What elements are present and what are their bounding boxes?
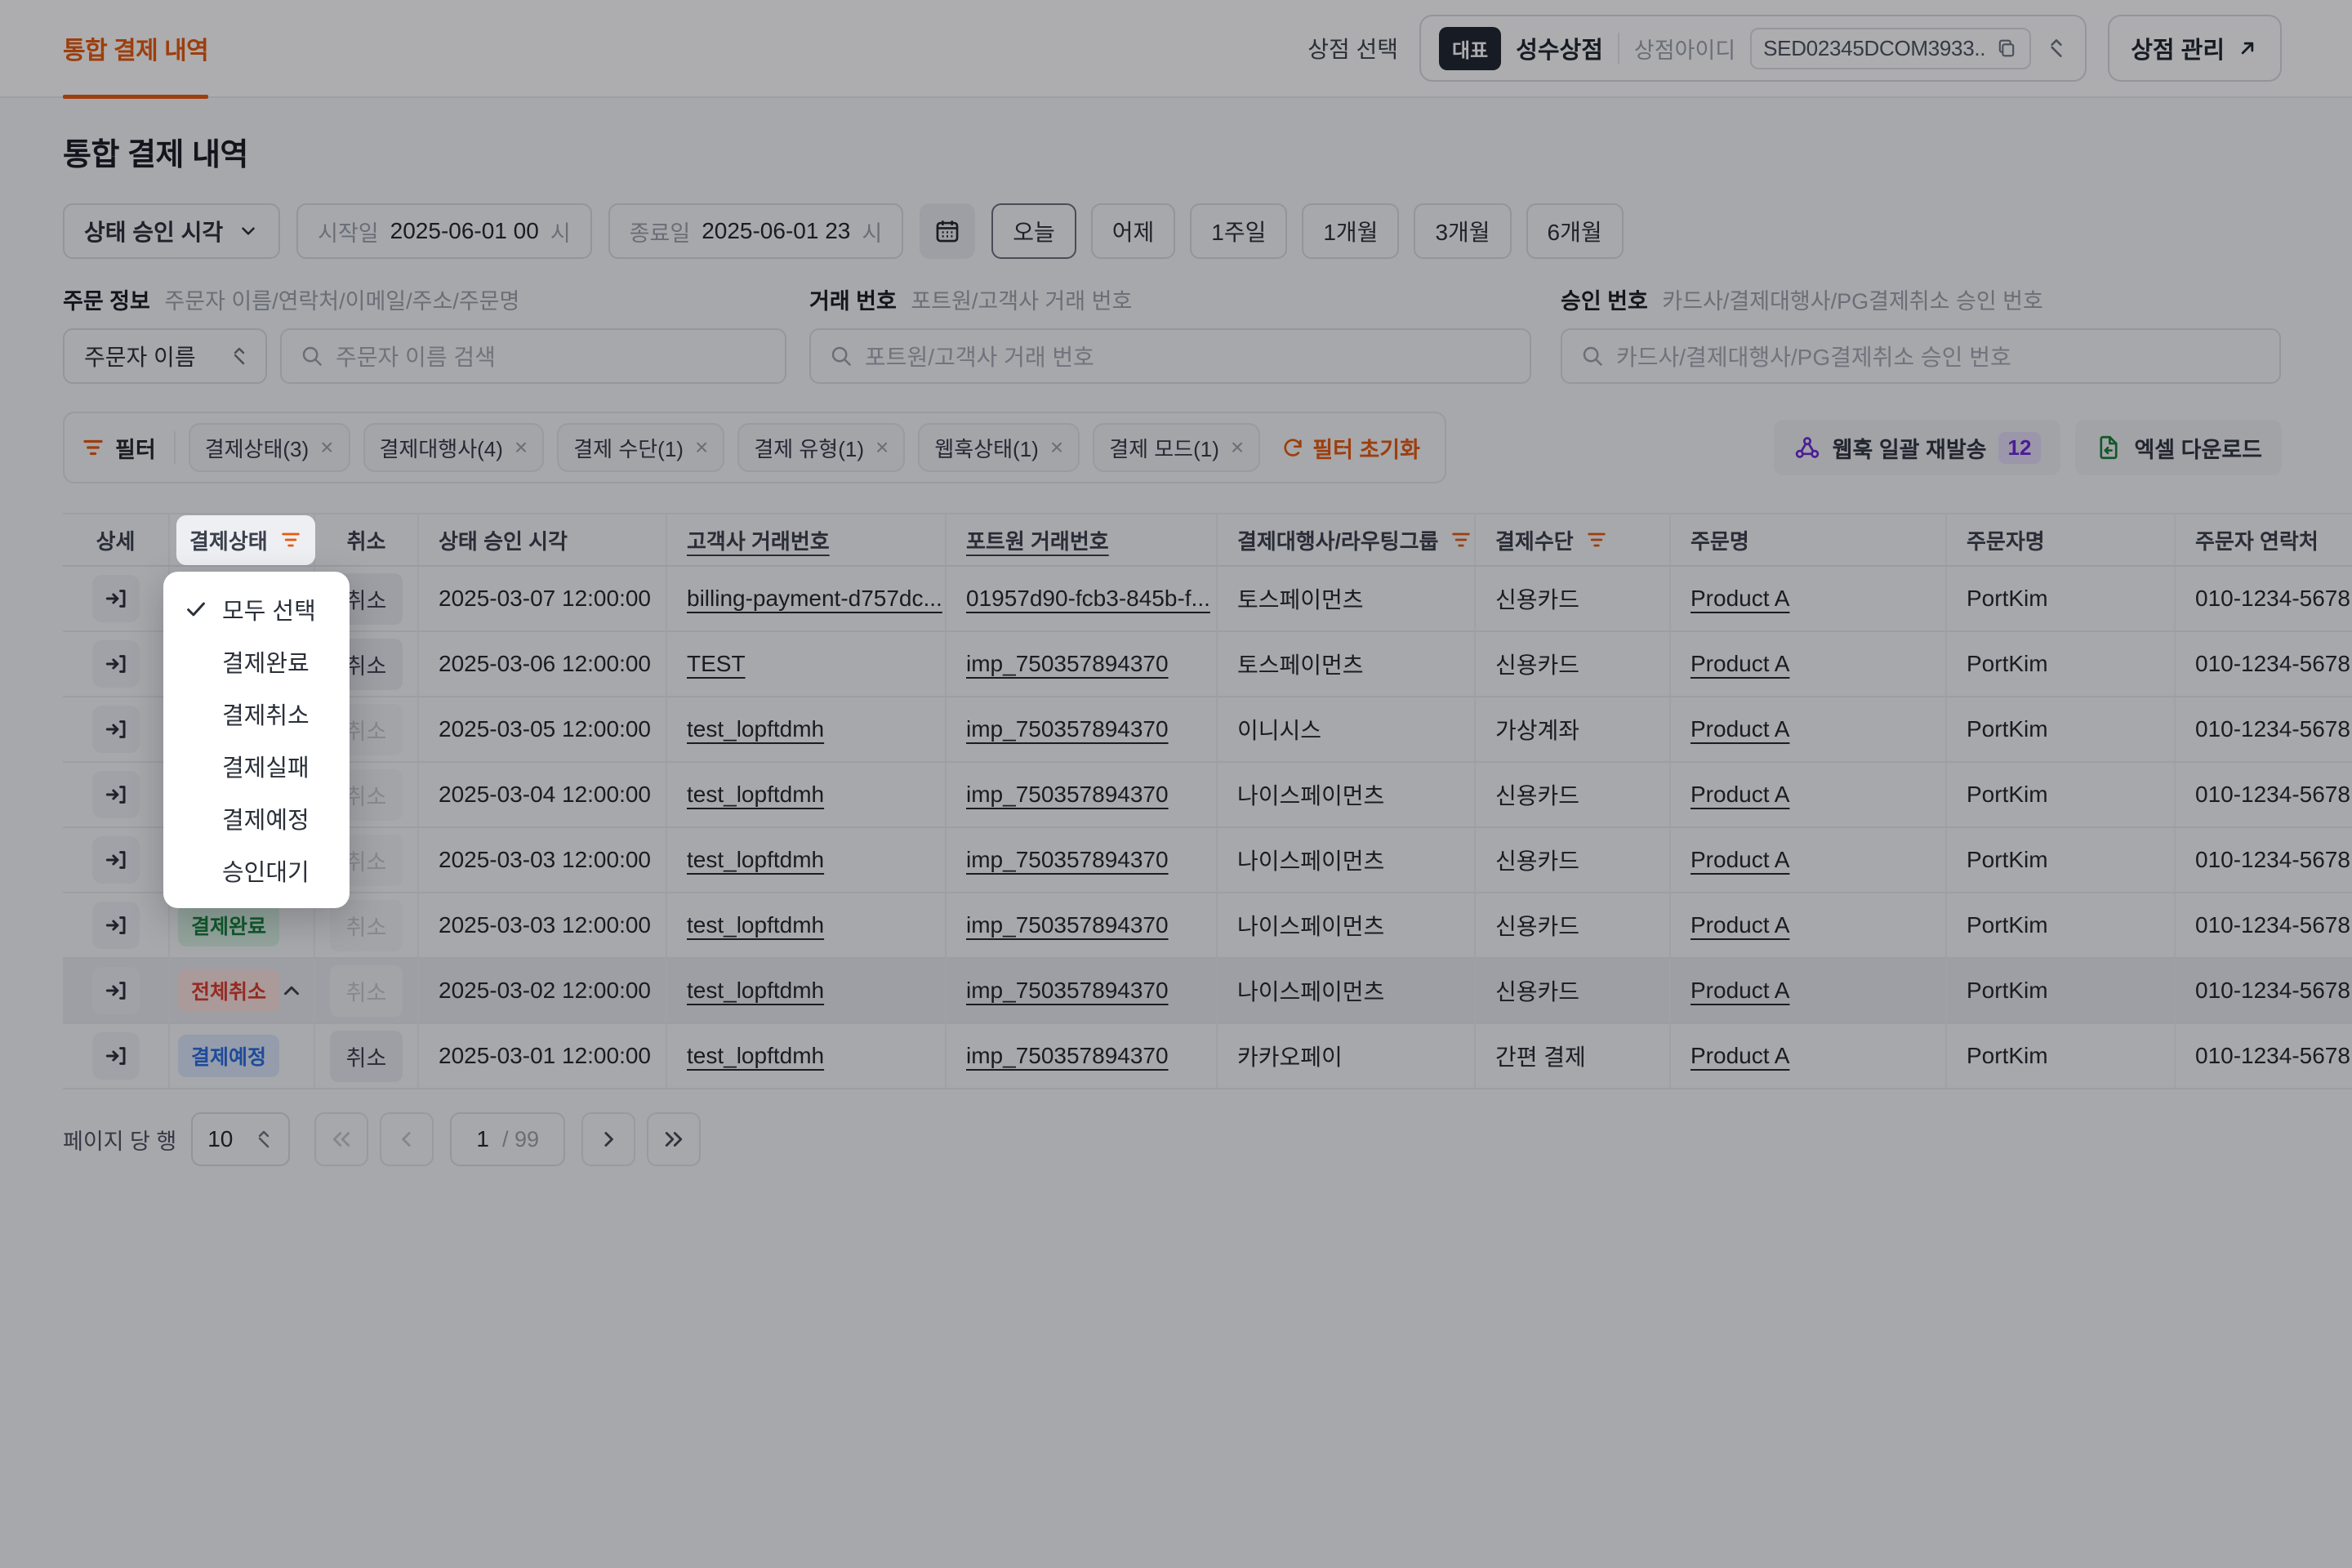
status-menu-item[interactable]: 결제취소 — [163, 688, 350, 740]
status-menu-item-label: 결제실패 — [222, 749, 310, 783]
status-menu-item[interactable]: 결제완료 — [163, 635, 350, 688]
filter-lines-icon — [279, 528, 302, 551]
status-column-filter-button[interactable]: 결제상태 — [176, 515, 315, 565]
status-menu-item-label: 결제예정 — [222, 801, 310, 835]
status-menu-item-label: 모두 선택 — [222, 592, 316, 626]
column-header-col1[interactable]: 결제상태모두 선택결제완료결제취소결제실패결제예정승인대기 — [169, 514, 314, 566]
status-menu-item-label: 승인대기 — [222, 853, 310, 888]
status-menu-item[interactable]: 승인대기 — [163, 844, 350, 897]
check-icon — [183, 597, 209, 621]
status-filter-dropdown: 모두 선택결제완료결제취소결제실패결제예정승인대기 — [163, 572, 350, 908]
status-menu-item[interactable]: 모두 선택 — [163, 583, 350, 635]
status-menu-item-label: 결제취소 — [222, 697, 310, 731]
column-header-label: 결제상태 — [189, 525, 268, 555]
status-menu-item-label: 결제완료 — [222, 644, 310, 679]
dim-overlay — [0, 0, 2352, 1568]
status-menu-item[interactable]: 결제예정 — [163, 792, 350, 844]
status-menu-item[interactable]: 결제실패 — [163, 740, 350, 792]
